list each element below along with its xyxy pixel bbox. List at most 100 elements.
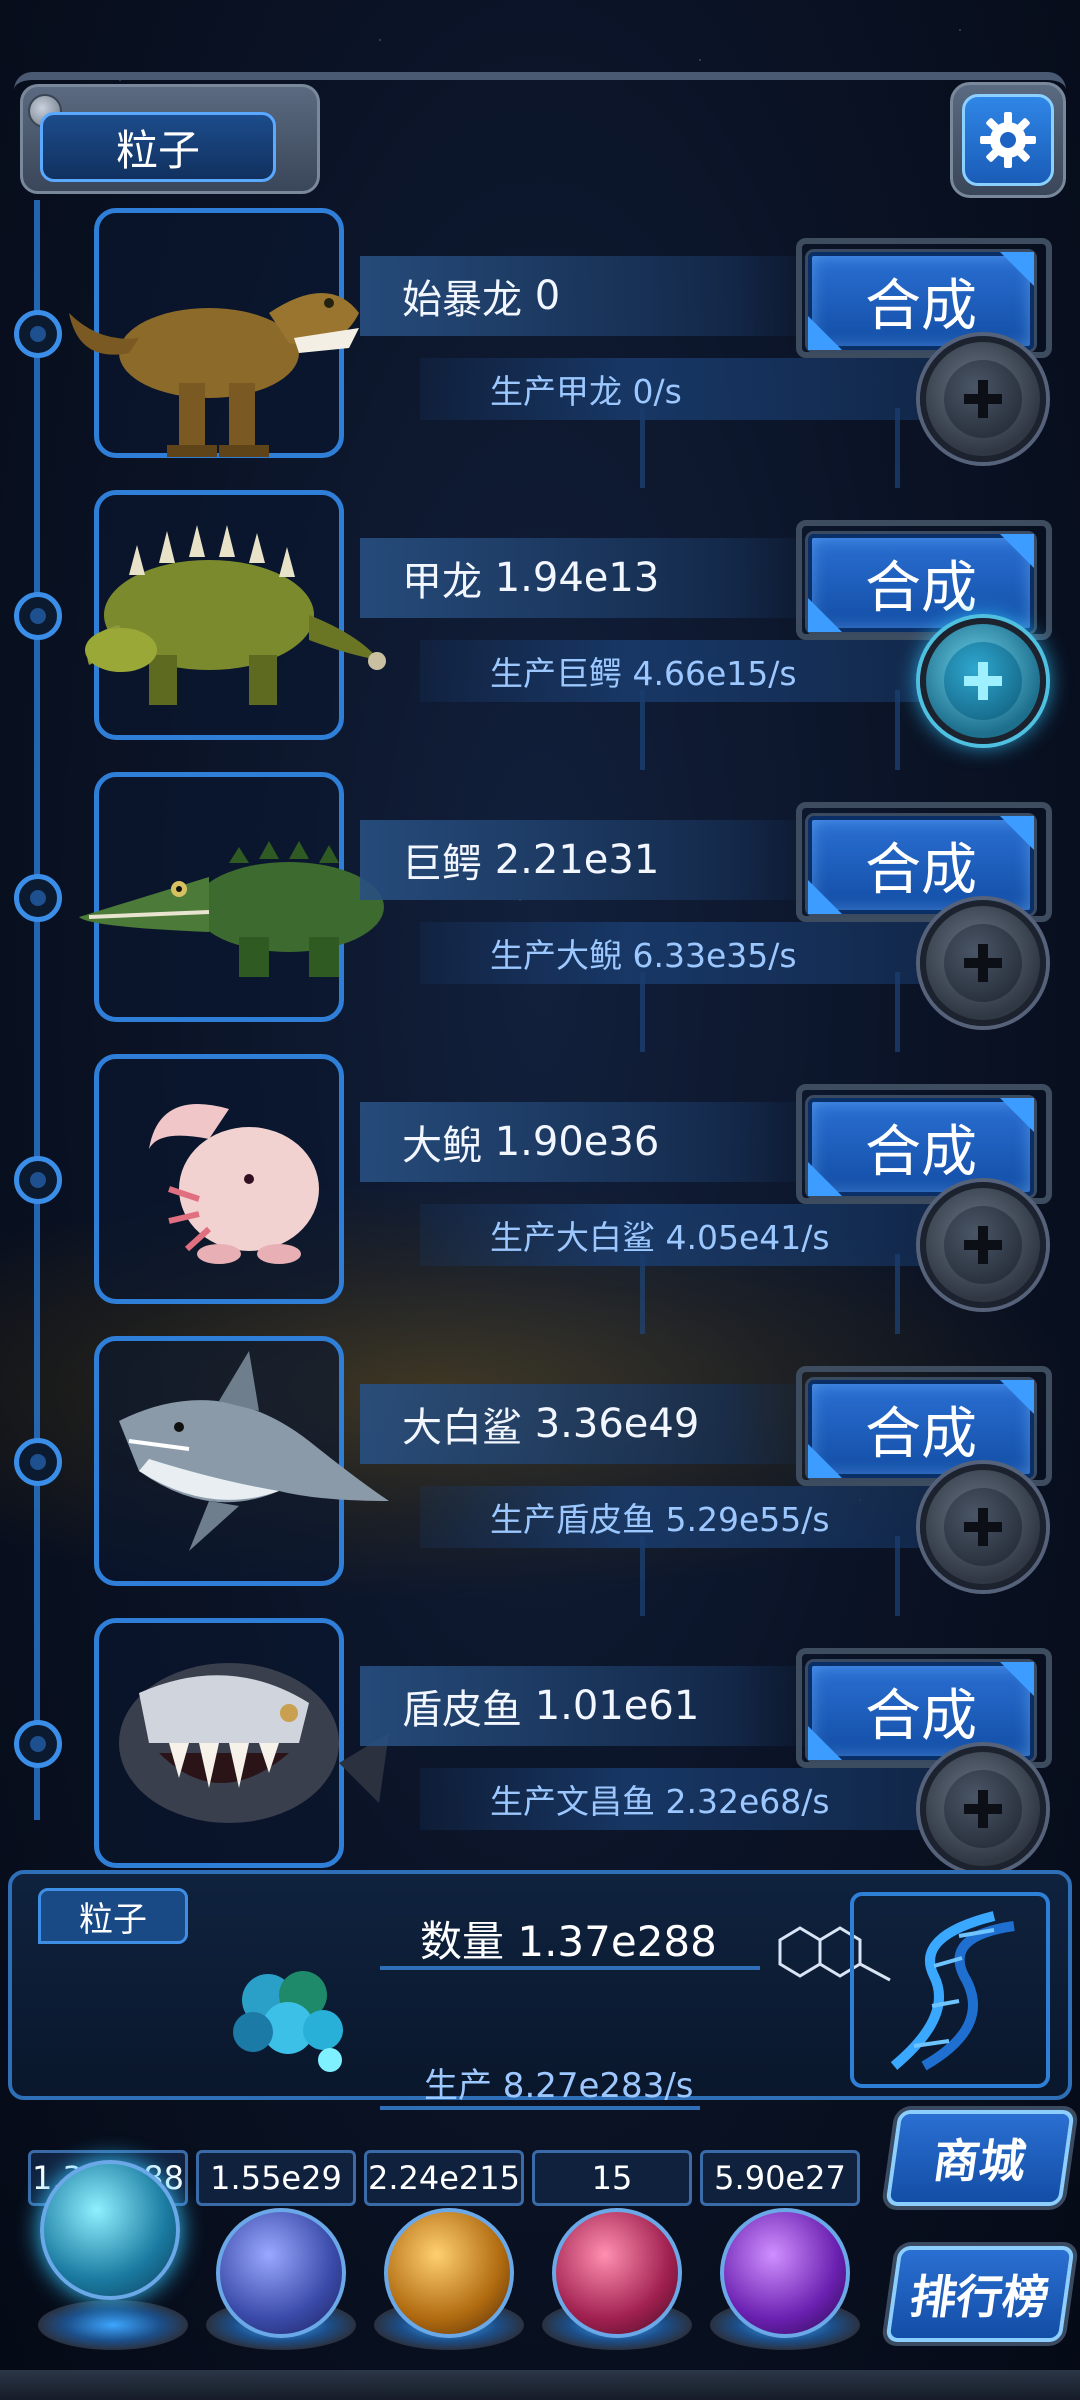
synthesize-button[interactable]: 合成 [808, 1662, 1034, 1760]
lightning-orb-icon[interactable] [216, 2208, 346, 2338]
synthesize-label: 合成 [865, 1401, 977, 1467]
synthesize-label: 合成 [865, 273, 977, 339]
production-text: 生产大白鲨 4.05e41/s [490, 1218, 830, 1257]
production-text: 生产文昌鱼 2.32e68/s [490, 1782, 830, 1821]
trex-icon [69, 293, 359, 457]
resource-value: 5.90e27 [714, 2159, 846, 2197]
plus-icon [964, 944, 1002, 982]
production-bar: 生产甲龙 0/s [420, 358, 940, 420]
axolotl-icon [149, 1104, 319, 1264]
rail-node [14, 592, 62, 640]
resource-slot: 15 [532, 2150, 692, 2206]
circuit-decoration [640, 972, 900, 1052]
tab-particle[interactable]: 粒子 [40, 112, 276, 182]
creature-row: 巨鳄 2.21e31 生产大鲵 6.33e35/s 合成 [0, 772, 1080, 1052]
resource-slot: 1.55e29 [196, 2150, 356, 2206]
ranking-label: 排行榜 [906, 2270, 1053, 2324]
creature-row: 盾皮鱼 1.01e61 生产文昌鱼 2.32e68/s 合成 [0, 1618, 1080, 1888]
resource-slot: 5.90e27 [700, 2150, 860, 2206]
creature-name: 甲龙 [402, 559, 482, 605]
fire-orb-icon[interactable] [384, 2208, 514, 2338]
creature-portrait[interactable] [85, 490, 386, 740]
creature-row: 始暴龙 0 生产甲龙 0/s 合成 [0, 208, 1080, 488]
add-button[interactable] [920, 900, 1046, 1026]
circuit-decoration [640, 690, 900, 770]
creature-row: 大鲵 1.90e36 生产大白鲨 4.05e41/s 合成 [0, 1054, 1080, 1334]
add-button[interactable] [920, 336, 1046, 462]
production-bar: 生产文昌鱼 2.32e68/s [420, 1768, 940, 1830]
creature-name: 大鲵 [402, 1123, 482, 1169]
creature-portrait[interactable] [94, 1054, 344, 1304]
synthesize-label: 合成 [865, 1119, 977, 1185]
dunkleosteus-icon [119, 1663, 389, 1823]
synthesize-button[interactable]: 合成 [808, 1098, 1034, 1196]
plus-icon [964, 1790, 1002, 1828]
brain-orb-icon[interactable] [552, 2208, 682, 2338]
creature-name-bar: 大鲵 1.90e36 [360, 1102, 820, 1182]
circuit-decoration [640, 1536, 900, 1616]
synthesize-button[interactable]: 合成 [808, 252, 1034, 350]
creature-name: 始暴龙 [402, 277, 522, 323]
dna-icon [890, 1911, 1015, 2071]
add-button[interactable] [920, 1464, 1046, 1590]
rail-node [14, 1720, 62, 1768]
particle-count: 数量 1.37e288 [420, 1917, 717, 1966]
production-text: 生产大鲵 6.33e35/s [490, 936, 797, 975]
creature-count: 0 [534, 273, 561, 319]
synthesize-label: 合成 [865, 837, 977, 903]
creature-name: 盾皮鱼 [402, 1687, 522, 1733]
plus-icon [964, 1226, 1002, 1264]
production-text: 生产甲龙 0/s [490, 372, 682, 411]
creature-name-bar: 大白鲨 3.36e49 [360, 1384, 820, 1464]
ranking-button[interactable]: 排行榜 [885, 2246, 1075, 2342]
resource-value: 1.55e29 [210, 2159, 342, 2197]
vortex-orb-icon[interactable] [720, 2208, 850, 2338]
particle-production: 生产 8.27e283/s [424, 2066, 694, 2106]
shop-button[interactable]: 商城 [885, 2110, 1075, 2206]
plus-icon [964, 662, 1002, 700]
particle-cluster-icon [233, 1971, 343, 2072]
production-bar: 生产盾皮鱼 5.29e55/s [420, 1486, 940, 1548]
add-button[interactable] [920, 1182, 1046, 1308]
creature-count: 1.90e36 [494, 1119, 660, 1165]
gear-icon [980, 112, 1036, 168]
creature-count: 3.36e49 [534, 1401, 700, 1447]
settings-button[interactable] [962, 94, 1054, 186]
creature-name-bar: 巨鳄 2.21e31 [360, 820, 820, 900]
creature-portrait[interactable] [94, 1618, 389, 1868]
circuit-decoration [640, 1254, 900, 1334]
add-button[interactable] [920, 618, 1046, 744]
plus-icon [964, 1508, 1002, 1546]
creature-portrait[interactable] [79, 772, 384, 1022]
creature-portrait[interactable] [69, 208, 359, 458]
synthesize-button[interactable]: 合成 [808, 816, 1034, 914]
synthesize-button[interactable]: 合成 [808, 534, 1034, 632]
resource-value: 15 [591, 2159, 633, 2197]
resource-value: 2.24e215 [367, 2159, 520, 2197]
creature-count: 2.21e31 [494, 837, 660, 883]
production-bar: 生产大鲵 6.33e35/s [420, 922, 940, 984]
creature-row: 大白鲨 3.36e49 生产盾皮鱼 5.29e55/s 合成 [0, 1336, 1080, 1616]
rail-node [14, 1438, 62, 1486]
production-text: 生产巨鳄 4.66e15/s [490, 654, 797, 693]
add-button[interactable] [920, 1746, 1046, 1872]
rail-node [14, 310, 62, 358]
creature-count: 1.94e13 [494, 555, 660, 601]
synthesize-button[interactable]: 合成 [808, 1380, 1034, 1478]
ankylosaurus-icon [85, 525, 386, 705]
creature-row: 甲龙 1.94e13 生产巨鳄 4.66e15/s 合成 [0, 490, 1080, 770]
rail-node [14, 874, 62, 922]
atom-orb-icon[interactable] [40, 2160, 180, 2300]
orb-pedestal [38, 2300, 188, 2350]
rail-node [14, 1156, 62, 1204]
creature-portrait[interactable] [94, 1336, 389, 1586]
shop-label: 商城 [929, 2134, 1030, 2188]
creature-name: 巨鳄 [402, 841, 482, 887]
particle-panel-label: 粒子 [38, 1888, 188, 1944]
creature-count: 1.01e61 [534, 1683, 700, 1729]
resource-slot: 2.24e215 [364, 2150, 524, 2206]
shark-icon [119, 1351, 389, 1551]
synthesize-label: 合成 [865, 555, 977, 621]
creature-name-bar: 甲龙 1.94e13 [360, 538, 820, 618]
particle-panel-label-text: 粒子 [79, 1899, 147, 1940]
